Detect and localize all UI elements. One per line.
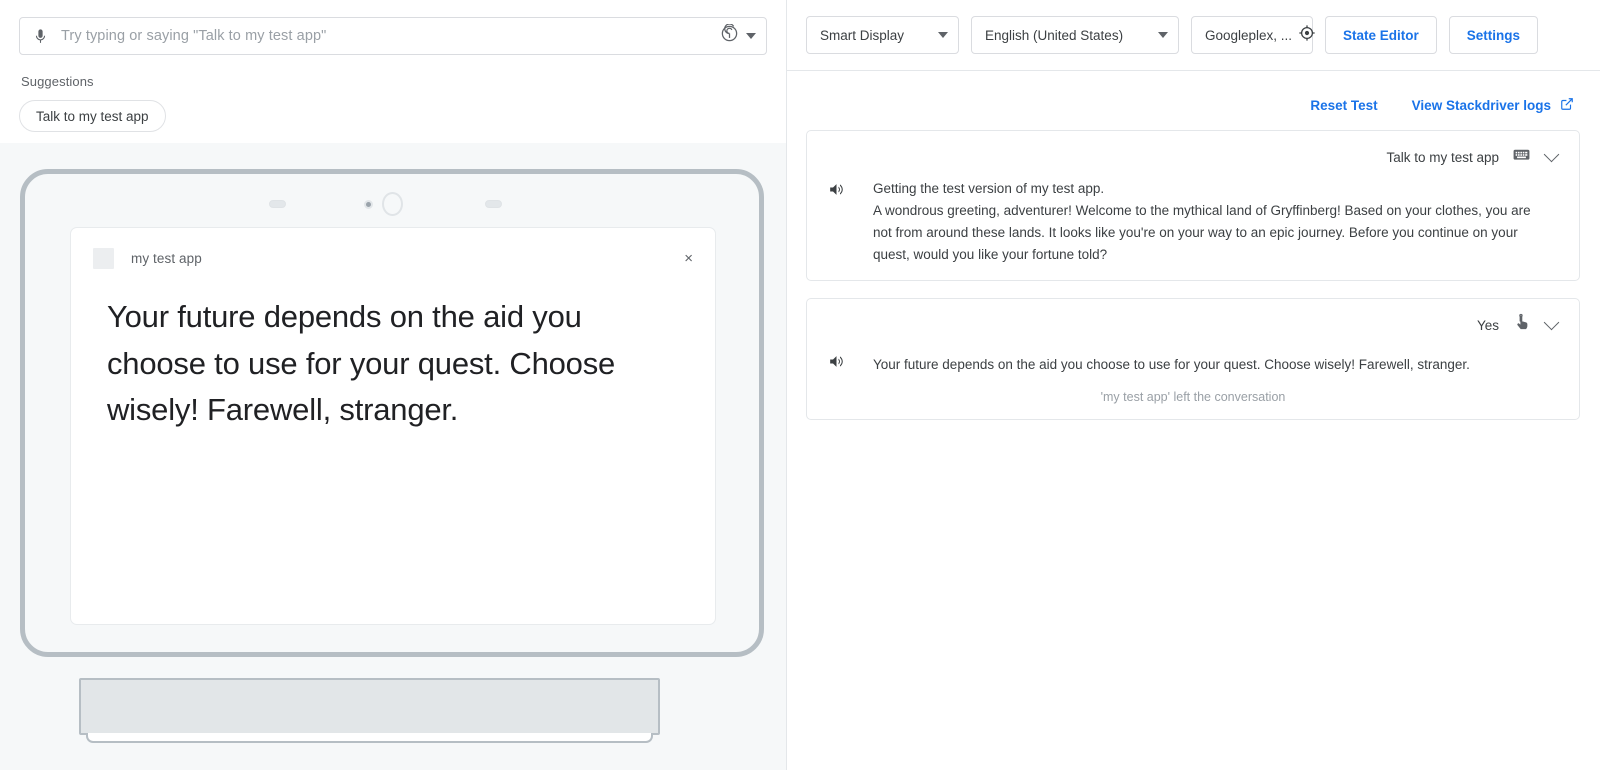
response-line: A wondrous greeting, adventurer! Welcome…: [873, 200, 1551, 266]
external-link-icon[interactable]: [1560, 97, 1574, 114]
reset-test-link[interactable]: Reset Test: [1310, 98, 1377, 113]
simulator-toolbar: Smart Display English (United States) Go…: [787, 0, 1600, 71]
input-section: Try typing or saying "Talk to my test ap…: [0, 0, 786, 143]
device-preview-stage: my test app × Your future depends on the…: [0, 143, 786, 770]
turn-body: Getting the test version of my test app.…: [827, 178, 1559, 265]
surface-select[interactable]: Smart Display: [806, 16, 959, 54]
user-query-text: Yes: [1477, 318, 1499, 333]
surface-select-value: Smart Display: [820, 28, 904, 43]
microphone-icon[interactable]: [32, 28, 49, 45]
touch-tap-icon: [1512, 313, 1531, 337]
close-icon[interactable]: ×: [684, 251, 693, 266]
surface-target-icon[interactable]: [720, 24, 739, 48]
search-trailing-controls: [720, 24, 756, 48]
search-input-text[interactable]: Try typing or saying "Talk to my test ap…: [49, 28, 720, 44]
app-card-header: my test app ×: [71, 228, 715, 269]
location-select-value: Googleplex, ...: [1205, 28, 1292, 43]
location-crosshair-icon[interactable]: [1298, 24, 1316, 47]
volume-icon[interactable]: [827, 352, 853, 376]
smart-display-device: my test app × Your future depends on the…: [20, 169, 764, 657]
device-speaker-left-icon: [269, 200, 286, 208]
simulator-right-panel: Smart Display English (United States) Go…: [787, 0, 1600, 770]
suggestions-label: Suggestions: [21, 74, 767, 89]
chevron-down-icon[interactable]: [1544, 315, 1560, 331]
settings-button[interactable]: Settings: [1449, 16, 1538, 54]
locale-select[interactable]: English (United States): [971, 16, 1179, 54]
device-speaker-right-icon: [485, 200, 502, 208]
turn-body: Your future depends on the aid you choos…: [827, 352, 1559, 376]
turn-header: Yes: [827, 312, 1559, 338]
device-screen: my test app × Your future depends on the…: [70, 227, 716, 625]
chevron-down-icon[interactable]: [1544, 147, 1560, 163]
turn-header: Talk to my test app: [827, 144, 1559, 170]
device-foot: [86, 733, 653, 743]
conversation-exit-note: 'my test app' left the conversation: [827, 390, 1559, 404]
chevron-down-icon[interactable]: [746, 33, 756, 39]
conversation-turn-card: Yes: [806, 298, 1580, 420]
conversation-list: Talk to my test app: [787, 114, 1600, 420]
device-base: [79, 678, 660, 735]
volume-icon[interactable]: [827, 178, 853, 204]
app-placeholder-icon: [93, 248, 114, 269]
location-select[interactable]: Googleplex, ...: [1191, 16, 1313, 54]
assistant-response-text: Your future depends on the aid you choos…: [853, 354, 1559, 376]
chevron-down-icon[interactable]: [1158, 32, 1168, 38]
conversation-turn-card: Talk to my test app: [806, 130, 1580, 281]
search-input[interactable]: Try typing or saying "Talk to my test ap…: [19, 17, 767, 55]
response-line: Getting the test version of my test app.: [873, 178, 1551, 200]
state-editor-button[interactable]: State Editor: [1325, 16, 1437, 54]
user-query-text: Talk to my test app: [1386, 150, 1499, 165]
response-line: Your future depends on the aid you choos…: [873, 354, 1551, 376]
simulator-page: Try typing or saying "Talk to my test ap…: [0, 0, 1600, 770]
device-camera-circle-icon: [382, 192, 403, 216]
locale-select-value: English (United States): [985, 28, 1123, 43]
app-name-label: my test app: [131, 251, 202, 266]
device-sensor-dot-icon: [364, 200, 373, 209]
assistant-response-text: Getting the test version of my test app.…: [853, 178, 1559, 265]
chevron-down-icon[interactable]: [938, 32, 948, 38]
stackdriver-label: View Stackdriver logs: [1412, 98, 1551, 113]
simulator-left-panel: Try typing or saying "Talk to my test ap…: [0, 0, 787, 770]
keyboard-icon: [1512, 145, 1531, 169]
view-stackdriver-logs-link[interactable]: View Stackdriver logs: [1412, 97, 1574, 114]
test-actions-row: Reset Test View Stackdriver logs: [787, 71, 1600, 114]
suggestion-chip-talk-to-my-test-app[interactable]: Talk to my test app: [19, 100, 166, 132]
reset-test-label: Reset Test: [1310, 98, 1377, 113]
device-screen-text: Your future depends on the aid you choos…: [71, 269, 715, 434]
